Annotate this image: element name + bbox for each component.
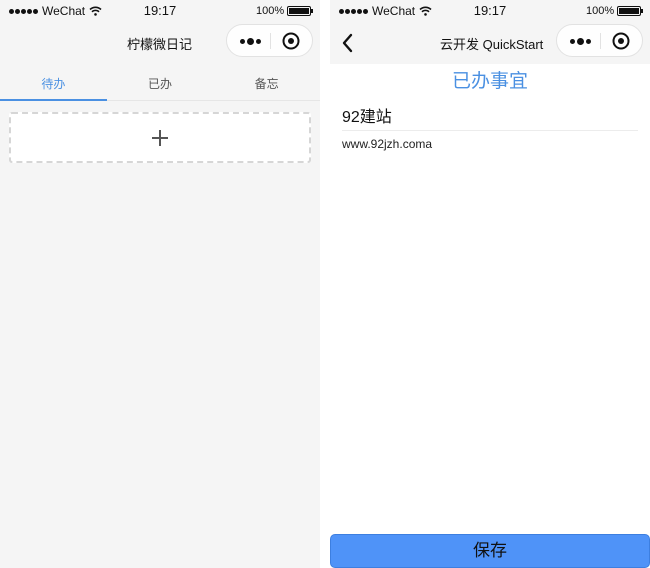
battery-icon [287, 6, 313, 16]
item-title[interactable]: 92建站 [342, 103, 638, 131]
more-icon[interactable] [565, 32, 595, 50]
add-item-button[interactable] [9, 112, 311, 163]
item-content[interactable]: www.92jzh.coma [342, 137, 432, 151]
phone-todo-list: WeChat 19:17 100% 柠檬微日记 待办 已办 备忘 [0, 0, 320, 568]
page-title: 柠檬微日记 [127, 37, 193, 52]
nav-bar: 云开发 QuickStart [330, 22, 650, 64]
page-title: 云开发 QuickStart [440, 37, 544, 52]
save-button[interactable]: 保存 [330, 534, 650, 568]
close-miniprogram-icon[interactable] [612, 32, 630, 50]
capsule-divider [270, 33, 271, 49]
status-bar: WeChat 19:17 100% [0, 0, 320, 22]
more-icon[interactable] [235, 32, 265, 50]
capsule-divider [600, 33, 601, 49]
battery-percent: 100% [586, 5, 615, 17]
miniprogram-capsule [226, 24, 313, 57]
plus-icon [152, 129, 168, 146]
close-miniprogram-icon[interactable] [282, 32, 300, 50]
battery-percent: 100% [256, 5, 285, 17]
status-bar: WeChat 19:17 100% [330, 0, 650, 22]
miniprogram-capsule [556, 24, 643, 57]
battery-icon [617, 6, 643, 16]
tab-done[interactable]: 已办 [107, 64, 214, 100]
nav-bar: 柠檬微日记 [0, 22, 320, 64]
section-heading: 已办事宜 [451, 71, 528, 92]
chevron-left-icon[interactable] [340, 32, 356, 54]
tab-memo[interactable]: 备忘 [213, 64, 320, 100]
tab-todo[interactable]: 待办 [0, 64, 107, 101]
tab-bar: 待办 已办 备忘 [0, 64, 320, 101]
phone-done-detail: WeChat 19:17 100% 云开发 QuickStart 已办事宜 92… [330, 0, 650, 568]
